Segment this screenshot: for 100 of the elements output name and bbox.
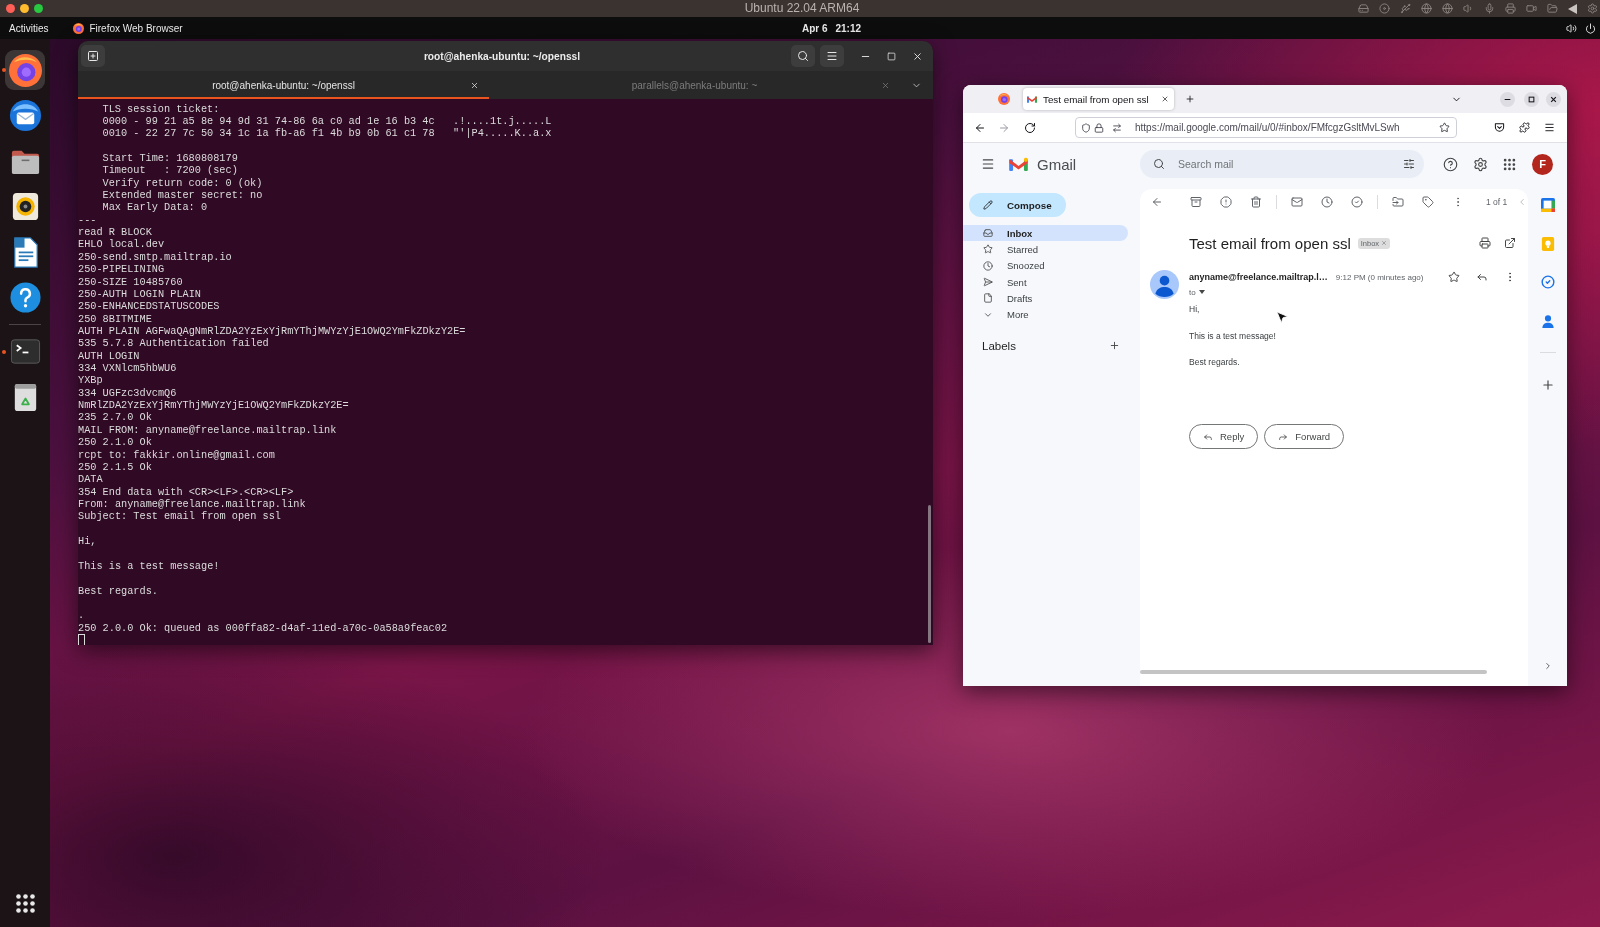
mail-logo-icon[interactable] [1009,157,1028,171]
globe-icon[interactable] [1442,3,1453,14]
microphone-icon[interactable] [1484,3,1495,14]
help-icon [8,281,42,314]
nav-item[interactable]: Starred [963,241,1128,258]
zoom-dot-icon[interactable] [34,4,43,13]
minimize-dot-icon[interactable] [20,4,29,13]
help-icon[interactable] [1443,156,1458,172]
globe-icon[interactable] [1421,3,1432,14]
scrollbar-thumb[interactable] [928,505,931,643]
dock-item[interactable] [5,50,45,90]
close-icon[interactable] [470,80,479,90]
menu-button[interactable] [820,45,844,67]
person-icon[interactable] [1540,313,1555,328]
back-icon[interactable] [974,121,986,134]
pager-label: 1 of 1 [1486,197,1508,207]
settings-icon[interactable] [1473,156,1488,172]
chevron-shield-icon[interactable] [1494,122,1505,133]
send-icon [983,277,993,288]
close-dot-icon[interactable] [6,4,15,13]
terminal-line: Verify return code: 0 (ok) [102,176,263,189]
address-field[interactable]: https://mail.google.com/mail/u/0/#inbox/FMfcgzGsltMvLSwh [1075,117,1457,138]
message-body-line: This is a test message! [1189,329,1276,343]
activities-button[interactable]: Activities [9,22,49,34]
star-icon[interactable] [1439,122,1450,133]
apps-grid-icon[interactable] [1502,156,1517,172]
search-input[interactable]: Search mail [1178,156,1390,172]
back-icon[interactable] [1151,196,1163,208]
alert-icon[interactable] [1220,196,1232,208]
scrollbar-thumb[interactable] [1140,670,1487,674]
triangle-icon[interactable] [1568,3,1577,14]
clock-date[interactable]: Apr 6 [801,22,828,34]
close-icon[interactable] [1546,91,1561,107]
drive-icon[interactable] [1358,3,1369,14]
terminal-line: EHLO local.dev [78,238,165,251]
nav-item[interactable]: Drafts [963,290,1128,307]
clock-icon[interactable] [1321,196,1333,208]
terminal-line: 250 2.1.0 Ok [78,436,152,449]
recipient-toggle[interactable]: to [1189,287,1205,297]
printer-icon[interactable] [1479,237,1491,249]
archive-icon[interactable] [1190,196,1202,208]
speaker-icon[interactable] [1566,22,1577,34]
puzzle-icon[interactable] [1519,122,1530,133]
trash-icon[interactable] [1250,196,1262,208]
browser-tab[interactable]: Test email from open ssl [1023,88,1174,110]
external-link-icon[interactable] [1504,237,1516,249]
reload-icon[interactable] [1024,121,1036,134]
clock-time[interactable]: 21:12 [835,22,862,34]
mail-icon[interactable] [1291,196,1303,208]
folder-icon[interactable] [1547,3,1558,14]
mail-logo-icon [1027,95,1037,103]
reply-button[interactable]: Reply [1189,424,1259,449]
file-icon [983,293,993,304]
disc-icon[interactable] [1379,3,1390,14]
host-window-title: Ubuntu 22.04 ARM64 [744,1,860,16]
terminal-line: Max Early Data: 0 [102,201,208,214]
check-circle-icon[interactable] [1540,275,1555,289]
terminal-line: This is a test message! [78,559,220,573]
forward-button[interactable]: Forward [1264,424,1345,449]
sliders-icon[interactable] [1403,158,1415,170]
terminal-line: . [78,609,85,622]
compose-button[interactable]: Compose [969,193,1066,217]
mail-app-icon [8,99,42,132]
apps-grid-icon[interactable] [15,894,35,913]
gear-icon[interactable] [1587,3,1598,14]
terminal-tab[interactable]: root@ahenka-ubuntu: ~/openssl [78,71,489,99]
star-icon[interactable] [1448,271,1460,283]
plus-icon[interactable] [1540,377,1555,392]
search-field[interactable]: Search mail [1140,150,1424,178]
browser-logo-icon[interactable] [998,93,1010,105]
reply-icon[interactable] [1476,271,1488,283]
close-icon[interactable] [912,50,923,62]
search-icon [1153,158,1165,170]
menu-icon[interactable] [1544,122,1555,133]
terminal-line: Timeout : 7200 (sec) [102,164,238,177]
video-camera-icon[interactable] [1526,3,1537,14]
nav-item[interactable]: Inbox [963,225,1128,242]
new-tab-button[interactable] [81,45,105,67]
nav-item[interactable]: More [963,306,1128,323]
folder-arrow-icon[interactable] [1392,196,1404,208]
terminal-line: DATA [78,473,103,486]
terminal-line: 250-ENHANCEDSTATUSCODES [78,300,220,313]
search-button[interactable] [791,45,815,67]
usb-icon[interactable] [1400,3,1411,14]
nav-item[interactable]: Sent [963,273,1128,291]
terminal-tab[interactable]: parallels@ahenka-ubuntu: ~ [489,71,900,99]
power-icon[interactable] [1585,22,1596,34]
terminal-line: 250 8BITMIME [78,312,152,325]
app-menu[interactable]: Firefox Web Browser [73,22,183,34]
calendar-icon[interactable] [1540,198,1555,212]
tag-icon[interactable] [1422,196,1434,208]
maximize-icon[interactable] [1524,91,1539,107]
plus-icon[interactable] [1109,340,1120,352]
message-body-line: Hi, [1189,303,1200,316]
check-circle-icon[interactable] [1351,196,1363,208]
plus-icon[interactable] [1185,94,1195,104]
maximize-icon[interactable] [887,51,896,61]
account-avatar[interactable]: F [1532,153,1553,175]
close-icon[interactable] [1161,95,1169,103]
nav-item[interactable]: Snoozed [963,257,1128,274]
